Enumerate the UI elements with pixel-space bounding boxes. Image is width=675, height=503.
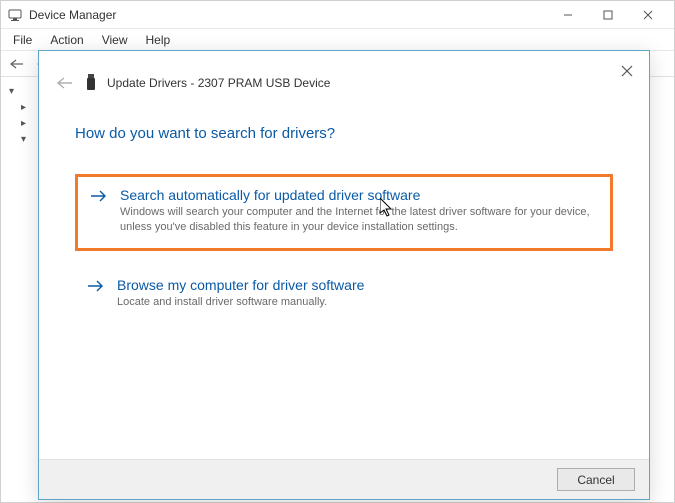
option-description: Windows will search your computer and th…: [120, 205, 598, 236]
minimize-button[interactable]: [548, 3, 588, 27]
chevron-down-icon: ▾: [21, 134, 26, 145]
cancel-button[interactable]: Cancel: [557, 468, 635, 491]
dialog-body: How do you want to search for drivers? S…: [39, 97, 649, 348]
menu-file[interactable]: File: [5, 31, 40, 49]
back-arrow-icon[interactable]: [55, 73, 75, 93]
option-search-automatically[interactable]: Search automatically for updated driver …: [75, 174, 613, 251]
arrow-right-icon: [87, 279, 105, 298]
update-drivers-dialog: Update Drivers - 2307 PRAM USB Device Ho…: [38, 50, 650, 500]
window-buttons: [548, 3, 668, 27]
chevron-right-icon: ▸: [21, 102, 26, 113]
arrow-right-icon: [90, 189, 108, 208]
device-manager-icon: [7, 7, 23, 23]
chevron-down-icon: ▾: [9, 86, 14, 97]
option-description: Locate and install driver software manua…: [117, 295, 601, 310]
chevron-right-icon: ▸: [21, 118, 26, 129]
maximize-button[interactable]: [588, 3, 628, 27]
dialog-title: Update Drivers - 2307 PRAM USB Device: [107, 76, 330, 90]
option-text: Browse my computer for driver software L…: [117, 277, 601, 310]
close-button[interactable]: [628, 3, 668, 27]
menu-action[interactable]: Action: [42, 31, 91, 49]
menubar: File Action View Help: [1, 29, 674, 51]
menu-view[interactable]: View: [94, 31, 136, 49]
option-text: Search automatically for updated driver …: [120, 187, 598, 236]
titlebar: Device Manager: [1, 1, 674, 29]
dialog-header: Update Drivers - 2307 PRAM USB Device: [39, 51, 649, 97]
back-icon[interactable]: [5, 53, 29, 75]
option-title: Search automatically for updated driver …: [120, 187, 598, 203]
menu-help[interactable]: Help: [138, 31, 179, 49]
window-title: Device Manager: [29, 8, 116, 22]
dialog-heading: How do you want to search for drivers?: [75, 125, 613, 142]
close-icon[interactable]: [615, 59, 639, 83]
dialog-footer: Cancel: [39, 459, 649, 499]
option-browse-computer[interactable]: Browse my computer for driver software L…: [75, 267, 613, 322]
option-title: Browse my computer for driver software: [117, 277, 601, 293]
usb-device-icon: [85, 74, 97, 92]
